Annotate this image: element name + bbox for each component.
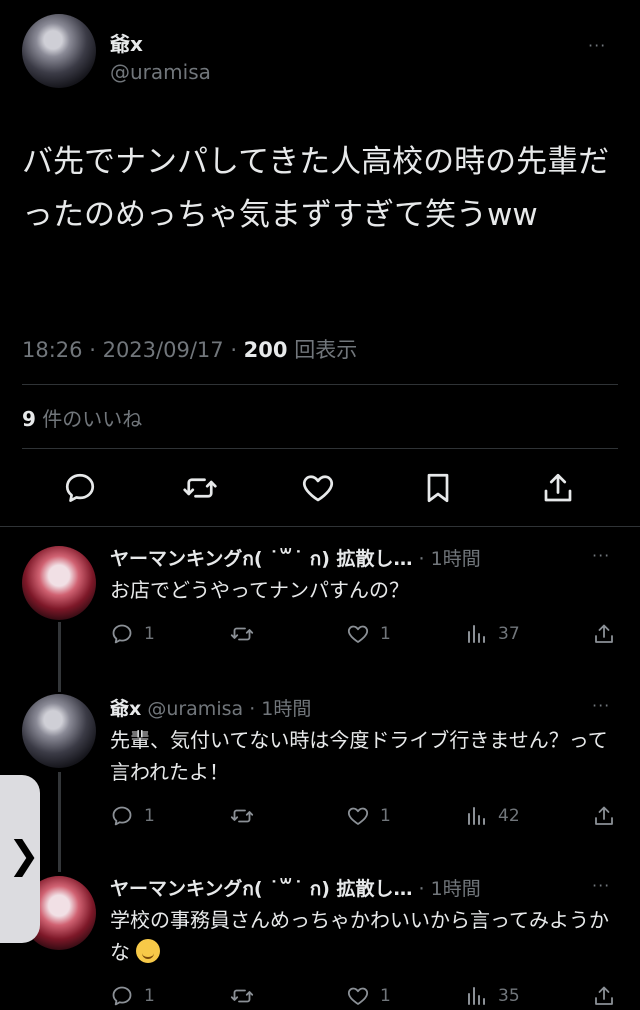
more-icon[interactable]: ··· (592, 696, 610, 715)
reply-count: 1 (144, 624, 155, 644)
share-button[interactable] (592, 984, 616, 1010)
like-count: 1 (380, 806, 391, 826)
reply-text-container: 学校の事務員さんめっちゃかわいいから言ってみようかな (110, 904, 610, 968)
heart-icon (347, 987, 369, 1005)
reply-icon[interactable] (62, 470, 98, 506)
reply-text: 学校の事務員さんめっちゃかわいいから言ってみようかな (110, 908, 609, 964)
views-button[interactable]: 37 (464, 622, 520, 648)
view-count: 35 (498, 986, 520, 1006)
likes-label: 件のいいね (42, 407, 143, 431)
likes-summary[interactable]: 9 件のいいね (22, 403, 142, 432)
reply-time[interactable]: 1時間 (261, 698, 311, 720)
like-count: 1 (380, 624, 391, 644)
more-icon[interactable]: ··· (592, 546, 610, 565)
views-button[interactable]: 42 (464, 804, 520, 830)
reply-button[interactable]: 1 (110, 804, 155, 830)
drooling-face-emoji-icon (136, 939, 161, 963)
reply-count: 1 (144, 986, 155, 1006)
heart-icon (347, 807, 369, 825)
retweet-button[interactable] (230, 804, 254, 830)
bookmark-icon[interactable] (420, 470, 456, 506)
views-button[interactable]: 35 (464, 984, 520, 1010)
side-drawer-tab[interactable]: ❯ (0, 775, 40, 943)
reply-time[interactable]: 1時間 (431, 548, 481, 570)
view-count: 37 (498, 624, 520, 644)
reply-button[interactable]: 1 (110, 984, 155, 1010)
like-count: 1 (380, 986, 391, 1006)
reply-author-handle[interactable]: @uramisa (147, 698, 243, 720)
reply-avatar[interactable] (22, 694, 96, 768)
retweet-icon[interactable] (182, 470, 218, 506)
retweet-button[interactable] (230, 984, 254, 1010)
like-button[interactable]: 1 (346, 804, 391, 830)
author-name[interactable]: 爺x (110, 28, 143, 57)
reply-icon (112, 806, 132, 826)
retweet-icon (230, 627, 254, 641)
share-icon (595, 806, 613, 825)
tweet-meta: 18:26 · 2023/09/17 · 200 回表示 (22, 338, 358, 362)
views-icon (468, 625, 485, 643)
retweet-icon (230, 809, 254, 823)
reply-icon (112, 624, 132, 644)
tweet-text: バ先でナンパしてきた人高校の時の先輩だったのめっちゃ気まずすぎて笑うww (22, 144, 610, 233)
share-button[interactable] (592, 804, 616, 830)
reply-header: 爺x @uramisa · 1時間 (110, 698, 312, 720)
author-handle[interactable]: @uramisa (110, 60, 211, 84)
chevron-right-icon: ❯ (8, 833, 40, 877)
share-icon[interactable] (540, 470, 576, 506)
tweet-date[interactable]: 2023/09/17 (103, 338, 224, 362)
tweet-time[interactable]: 18:26 (22, 338, 83, 362)
reply-avatar[interactable] (22, 546, 96, 620)
heart-icon[interactable] (300, 470, 336, 506)
reply-text: お店でどうやってナンパすんの？ (110, 578, 409, 602)
reply-header: ヤーマンキングก( ˙꒳˙ ก) 拡散し… · 1時間 (110, 548, 481, 570)
like-button[interactable]: 1 (346, 622, 391, 648)
views-count: 200 (243, 338, 288, 362)
thread-line (58, 622, 61, 692)
divider (22, 448, 618, 449)
reply-time[interactable]: 1時間 (431, 878, 481, 900)
reply-count: 1 (144, 806, 155, 826)
reply-author-name[interactable]: ヤーマンキングก( ˙꒳˙ ก) 拡散し… (110, 548, 413, 570)
like-button[interactable]: 1 (346, 984, 391, 1010)
more-icon[interactable]: ··· (592, 876, 610, 895)
reply-icon (112, 986, 132, 1006)
share-button[interactable] (592, 622, 616, 648)
divider (0, 526, 640, 527)
retweet-button[interactable] (230, 622, 254, 648)
likes-count: 9 (22, 407, 36, 431)
views-icon (468, 807, 485, 825)
reply-author-name[interactable]: ヤーマンキングก( ˙꒳˙ ก) 拡散し… (110, 878, 413, 900)
view-count: 42 (498, 806, 520, 826)
views-label: 回表示 (294, 338, 358, 362)
reply-header: ヤーマンキングก( ˙꒳˙ ก) 拡散し… · 1時間 (110, 878, 481, 900)
reply-text: 先輩、気付いてない時は今度ドライブ行きません？って言われたよ！ (110, 728, 608, 784)
reply-button[interactable]: 1 (110, 622, 155, 648)
retweet-icon (230, 989, 254, 1003)
divider (22, 384, 618, 385)
more-icon[interactable]: ··· (588, 36, 606, 55)
share-icon (595, 624, 613, 643)
author-avatar[interactable] (22, 14, 96, 88)
heart-icon (347, 625, 369, 643)
thread-line (58, 772, 61, 872)
views-icon (468, 987, 485, 1005)
reply-author-name[interactable]: 爺x (110, 698, 141, 720)
share-icon (595, 986, 613, 1005)
